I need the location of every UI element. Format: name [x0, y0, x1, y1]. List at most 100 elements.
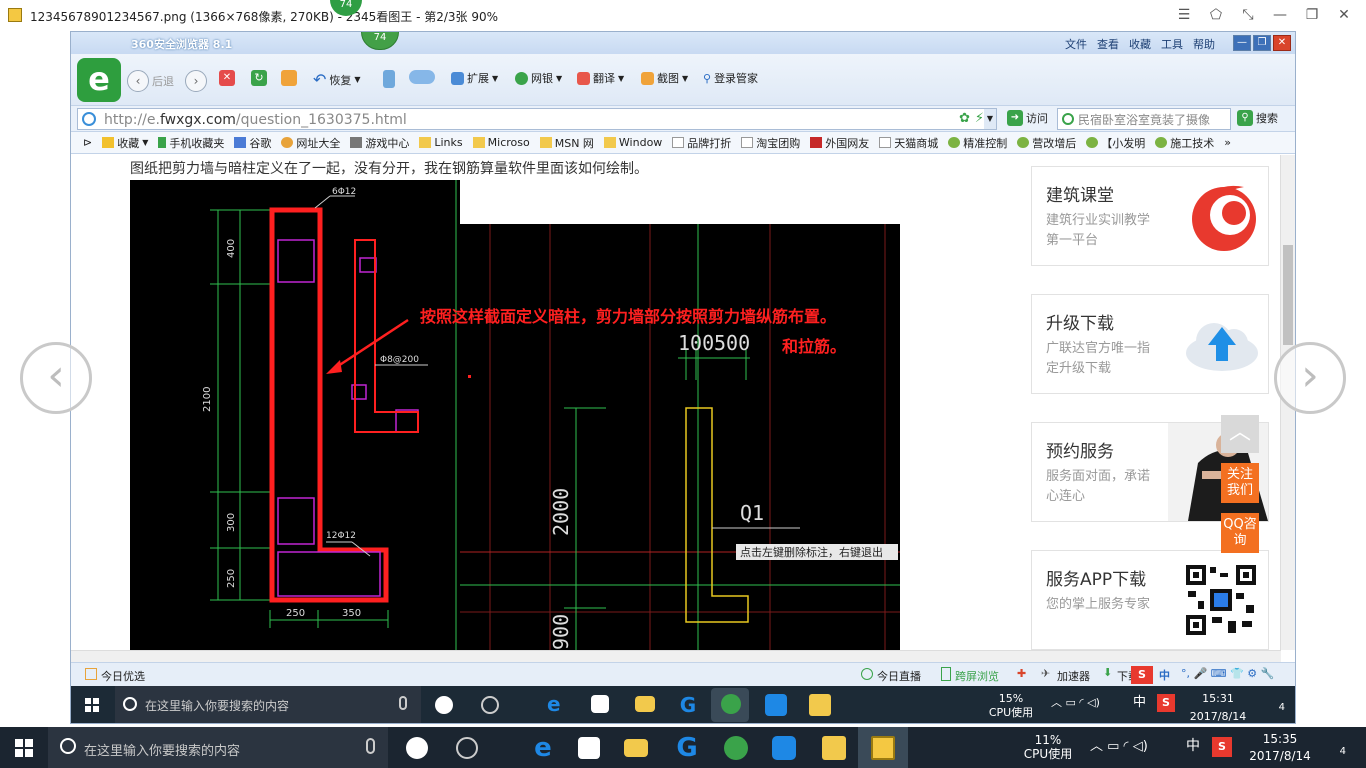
pinwheel-app-icon[interactable] — [765, 694, 787, 716]
follow-us-button[interactable]: 关注我们 — [1221, 463, 1259, 503]
phone-button[interactable] — [383, 70, 395, 88]
fav-item[interactable]: 施工技术 — [1155, 135, 1214, 151]
browser-minimize-button[interactable]: — — [1233, 35, 1251, 51]
cloud-button[interactable] — [409, 70, 435, 84]
fav-item[interactable]: Microso — [472, 136, 530, 149]
url-input[interactable]: http://e.fwxgx.com/question_1630375.html… — [77, 108, 997, 130]
security-icon[interactable]: ✿ — [959, 111, 970, 126]
minimize-button[interactable]: — — [1270, 6, 1290, 24]
clock[interactable]: 15:35 2017/8/14 — [1238, 732, 1322, 763]
browser-360-icon[interactable] — [721, 694, 741, 714]
fav-item[interactable]: 营改增后 — [1017, 135, 1076, 151]
pinwheel-app-icon[interactable] — [772, 736, 796, 760]
refresh-button[interactable]: ↻ — [251, 70, 267, 86]
card-building-class[interactable]: 建筑课堂 建筑行业实训教学第一平台 — [1031, 166, 1269, 266]
card-app-download[interactable]: 服务APP下载 您的掌上服务专家 — [1031, 550, 1269, 650]
restore-button[interactable]: ↶ 恢复 ▼ — [313, 70, 361, 89]
back-to-top-button[interactable]: ︿ — [1221, 415, 1259, 453]
fav-item[interactable]: 外国网友 — [810, 135, 869, 151]
search-button[interactable]: ⚲ 搜索 — [1237, 110, 1278, 126]
cpu-meter[interactable]: 11% CPU使用 — [1018, 733, 1078, 761]
ime-mode[interactable]: 中 — [1159, 667, 1170, 683]
file-explorer-icon[interactable] — [624, 739, 648, 757]
menu-favorites[interactable]: 收藏 — [1129, 36, 1151, 52]
plus-icon[interactable]: ✚ — [1017, 667, 1026, 680]
skin-icon[interactable]: ⬠ — [1206, 6, 1226, 24]
scrollbar-thumb[interactable] — [1283, 245, 1293, 345]
fav-item[interactable]: MSN 网 — [539, 135, 594, 151]
close-button[interactable]: ✕ — [1334, 6, 1354, 24]
fav-item[interactable]: Window — [603, 136, 662, 149]
status-cross-screen[interactable]: 跨屏浏览 — [955, 668, 999, 684]
file-explorer-icon[interactable] — [635, 696, 655, 712]
inner-clock[interactable]: 15:31 2017/8/14 — [1181, 692, 1255, 723]
status-live[interactable]: 今日直播 — [877, 668, 921, 684]
store-icon[interactable] — [591, 695, 609, 713]
edge-icon[interactable]: e — [528, 733, 558, 763]
fan-app-icon[interactable] — [406, 737, 428, 759]
screenshot-button[interactable]: 截图 ▼ — [641, 70, 688, 86]
fav-item[interactable]: 谷歌 — [234, 135, 271, 151]
status-accelerator[interactable]: 加速器 — [1057, 668, 1090, 684]
notepad-app-icon[interactable] — [809, 694, 831, 716]
windows-start-icon[interactable] — [85, 698, 99, 712]
fav-item[interactable]: 精准控制 — [948, 135, 1007, 151]
notification-icon[interactable]: 4 — [1322, 737, 1346, 759]
edge-icon[interactable]: e — [547, 694, 567, 714]
fav-item[interactable]: Links — [419, 136, 463, 149]
sogou-tray-icon[interactable]: S — [1212, 737, 1232, 757]
snail-app-icon[interactable] — [456, 737, 478, 759]
fav-item[interactable]: 天猫商城 — [879, 135, 938, 151]
maximize-button[interactable]: ❐ — [1302, 6, 1322, 24]
fullscreen-icon[interactable]: ⤡ — [1238, 6, 1258, 24]
bank-button[interactable]: 网银 ▼ — [515, 70, 562, 86]
menu-icon[interactable]: ☰ — [1174, 6, 1194, 24]
tray-icons[interactable]: ︿ ▭ ◜ ◁) — [1051, 696, 1100, 710]
image-viewer-icon[interactable] — [871, 736, 895, 760]
inner-cpu-meter[interactable]: 15% CPU使用 — [981, 692, 1041, 720]
status-daily-picks[interactable]: 今日优选 — [101, 668, 145, 684]
fav-item[interactable]: 游戏中心 — [350, 135, 409, 151]
fan-app-icon[interactable] — [435, 696, 453, 714]
fav-item[interactable]: 网址大全 — [281, 135, 340, 151]
snail-app-icon[interactable] — [481, 696, 499, 714]
back-button[interactable]: ‹ 后退 — [127, 70, 174, 92]
browser-close-button[interactable]: ✕ — [1273, 35, 1291, 51]
inner-ime-indicator[interactable]: 中 — [1133, 696, 1146, 710]
store-icon[interactable] — [578, 737, 600, 759]
more-favorites-icon[interactable]: » — [1224, 136, 1231, 149]
sogou-tray-icon[interactable]: S — [1157, 694, 1175, 712]
card-upgrade-download[interactable]: 升级下载 广联达官方唯一指定升级下载 — [1031, 294, 1269, 394]
fav-item[interactable]: 收藏 ▼ — [102, 135, 148, 151]
search-input[interactable]: 民宿卧室浴室竟装了摄像 — [1057, 108, 1231, 130]
glodon-icon[interactable]: G — [677, 694, 699, 716]
ime-indicator[interactable]: 中 — [1186, 739, 1200, 753]
browser-360-icon[interactable] — [724, 736, 748, 760]
home-button[interactable] — [281, 70, 297, 86]
ime-tools-icon[interactable]: °, 🎤 ⌨ 👕 ⚙ 🔧 — [1181, 667, 1274, 680]
notepad-app-icon[interactable] — [822, 736, 846, 760]
translate-button[interactable]: 翻译 ▼ — [577, 70, 624, 86]
windows-start-icon[interactable] — [15, 739, 33, 757]
browser-restore-button[interactable]: ❐ — [1253, 35, 1271, 51]
stop-button[interactable]: ✕ — [219, 70, 235, 86]
horizontal-scrollbar[interactable] — [71, 650, 1281, 662]
menu-file[interactable]: 文件 — [1065, 36, 1087, 52]
taskbar-search[interactable]: 在这里输入你要搜索的内容 — [48, 727, 388, 768]
notification-icon[interactable]: 4 — [1263, 694, 1285, 714]
fav-item[interactable]: 手机收藏夹 — [158, 135, 224, 151]
url-dropdown-icon[interactable]: ▼ — [984, 109, 996, 129]
menu-view[interactable]: 查看 — [1097, 36, 1119, 52]
next-image-button[interactable]: › — [1274, 342, 1346, 414]
menu-help[interactable]: 帮助 — [1193, 36, 1215, 52]
extend-button[interactable]: 扩展 ▼ — [451, 70, 498, 86]
fav-item[interactable]: 淘宝团购 — [741, 135, 800, 151]
forward-button[interactable]: › — [185, 70, 207, 92]
inner-taskbar-search[interactable]: 在这里输入你要搜索的内容 — [115, 686, 421, 723]
visit-button[interactable]: ➜ 访问 — [1007, 110, 1048, 126]
glodon-icon[interactable]: G — [672, 733, 702, 763]
lightning-icon[interactable]: ⚡ — [975, 111, 984, 126]
tray-icons[interactable]: ︿ ▭ ◜ ◁) — [1090, 740, 1148, 754]
sidebar-toggle-icon[interactable]: ⊳ — [83, 136, 92, 149]
fav-item[interactable]: 【小发明 — [1086, 135, 1145, 151]
